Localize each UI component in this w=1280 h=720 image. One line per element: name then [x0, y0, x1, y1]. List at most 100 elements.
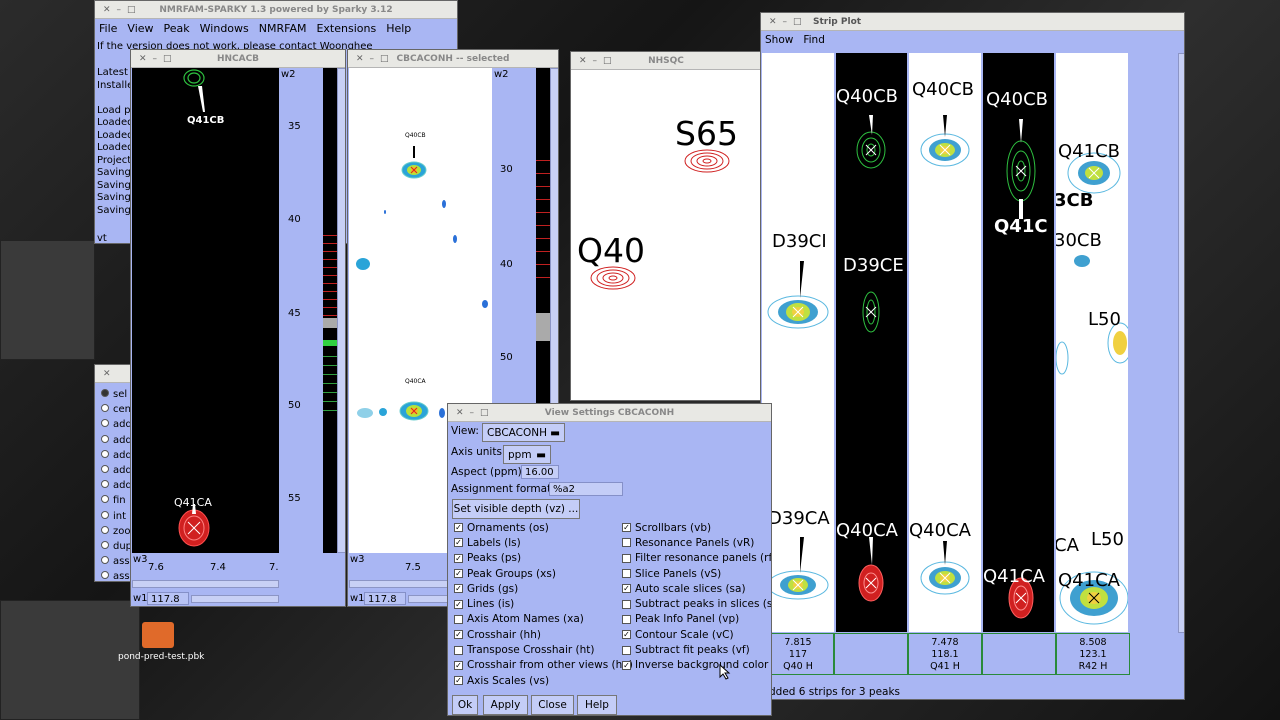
- radio-icon[interactable]: [101, 495, 109, 504]
- checkbox-icon[interactable]: ✓: [454, 676, 463, 686]
- axis-units-select[interactable]: ppm ▬: [503, 445, 551, 464]
- w1-plane-slider[interactable]: [191, 595, 279, 603]
- option-checkbox-row[interactable]: ✓ Crosshair (hh): [454, 627, 633, 642]
- option-checkbox-row[interactable]: ✓ Scrollbars (vb): [622, 520, 771, 535]
- option-checkbox-row[interactable]: ✓ Lines (is): [454, 596, 633, 611]
- maximize-icon[interactable]: □: [480, 408, 489, 418]
- radio-icon[interactable]: [101, 525, 109, 534]
- radio-icon[interactable]: [101, 404, 109, 413]
- menu-help[interactable]: Help: [386, 22, 411, 35]
- checkbox-icon[interactable]: ✓: [454, 584, 463, 594]
- radio-icon[interactable]: [101, 449, 109, 458]
- checkbox-icon[interactable]: [622, 599, 631, 609]
- menu-nmrfam[interactable]: NMRFAM: [259, 22, 307, 35]
- side-panel-titlebar[interactable]: ✕: [95, 365, 133, 383]
- radio-icon[interactable]: [101, 556, 109, 565]
- option-checkbox-row[interactable]: ✓ Peaks (ps): [454, 551, 633, 566]
- folder-icon[interactable]: [142, 622, 174, 648]
- command-prompt[interactable]: vt: [97, 233, 107, 243]
- checkbox-icon[interactable]: ✓: [622, 584, 631, 594]
- option-checkbox-row[interactable]: ✓ Grids (gs): [454, 581, 633, 596]
- minimize-icon[interactable]: –: [153, 54, 158, 64]
- ok-button[interactable]: Ok: [452, 695, 478, 715]
- close-icon[interactable]: ✕: [356, 54, 364, 64]
- checkbox-icon[interactable]: ✓: [454, 660, 463, 670]
- pointer-mode-option[interactable]: add: [101, 417, 132, 432]
- checkbox-icon[interactable]: [454, 645, 463, 655]
- pointer-mode-option[interactable]: ass: [101, 569, 132, 581]
- checkbox-icon[interactable]: ✓: [622, 660, 631, 670]
- aspect-input[interactable]: 16.00: [521, 465, 559, 479]
- minimize-icon[interactable]: –: [593, 56, 598, 66]
- checkbox-icon[interactable]: [454, 614, 463, 624]
- strip-4[interactable]: Q40CB Q41C Q41CA: [983, 53, 1054, 632]
- maximize-icon[interactable]: □: [380, 54, 389, 64]
- option-checkbox-row[interactable]: ✓ Axis Scales (vs): [454, 673, 633, 688]
- folder-label[interactable]: pond-pred-test.pbk: [118, 652, 204, 662]
- radio-icon[interactable]: [101, 480, 109, 489]
- strip-5[interactable]: Q41CB 3CB 30CB L50 CA L50 Q41CA: [1056, 53, 1128, 632]
- radio-icon[interactable]: [101, 571, 109, 580]
- nhsqc-spectrum[interactable]: S65 Q40: [571, 70, 761, 400]
- hncacb-horizontal-scrollbar[interactable]: [132, 580, 279, 588]
- checkbox-icon[interactable]: ✓: [454, 523, 463, 533]
- radio-icon[interactable]: [101, 419, 109, 428]
- w1-value-field[interactable]: 117.8: [364, 592, 406, 605]
- strip-2[interactable]: Q40CB D39CE Q40CA: [836, 53, 907, 632]
- option-checkbox-row[interactable]: ✓ Peak Groups (xs): [454, 566, 633, 581]
- close-icon[interactable]: ✕: [103, 5, 111, 15]
- option-checkbox-row[interactable]: ✓ Auto scale slices (sa): [622, 581, 771, 596]
- checkbox-icon[interactable]: ✓: [454, 569, 463, 579]
- pointer-mode-option[interactable]: add: [101, 448, 132, 463]
- menu-peak[interactable]: Peak: [164, 22, 190, 35]
- option-checkbox-row[interactable]: ✓ Crosshair from other views (ho): [454, 658, 633, 673]
- pointer-mode-option[interactable]: ass: [101, 554, 132, 569]
- minimize-icon[interactable]: –: [470, 408, 475, 418]
- help-button[interactable]: Help: [577, 695, 617, 715]
- option-checkbox-row[interactable]: Transpose Crosshair (ht): [454, 642, 633, 657]
- close-button[interactable]: Close: [531, 695, 574, 715]
- radio-icon[interactable]: [101, 465, 109, 474]
- checkbox-icon[interactable]: ✓: [622, 630, 631, 640]
- checkbox-icon[interactable]: ✓: [622, 523, 631, 533]
- view-settings-titlebar[interactable]: ✕ – □ View Settings CBCACONH: [448, 404, 771, 422]
- menu-windows[interactable]: Windows: [200, 22, 249, 35]
- pointer-mode-option[interactable]: zoo: [101, 524, 132, 539]
- strip-plot-titlebar[interactable]: ✕ – □ Strip Plot: [761, 13, 1184, 31]
- option-checkbox-row[interactable]: Axis Atom Names (xa): [454, 612, 633, 627]
- view-select[interactable]: CBCACONH ▬: [482, 423, 565, 442]
- close-icon[interactable]: ✕: [579, 56, 587, 66]
- pointer-mode-option[interactable]: fin: [101, 493, 132, 508]
- checkbox-icon[interactable]: [622, 614, 631, 624]
- pointer-mode-option[interactable]: add: [101, 463, 132, 478]
- set-visible-depth-button[interactable]: Set visible depth (vz) ...: [452, 499, 580, 519]
- checkbox-icon[interactable]: ✓: [454, 630, 463, 640]
- maximize-icon[interactable]: □: [163, 54, 172, 64]
- checkbox-icon[interactable]: ✓: [454, 553, 463, 563]
- w1-value-field[interactable]: 117.8: [147, 592, 189, 605]
- cbcaconh-titlebar[interactable]: ✕ – □ CBCACONH -- selected: [348, 50, 558, 68]
- pointer-mode-option[interactable]: dup: [101, 539, 132, 554]
- radio-icon[interactable]: [101, 389, 109, 397]
- hncacb-vertical-scrollbar[interactable]: [337, 68, 345, 553]
- checkbox-icon[interactable]: [622, 569, 631, 579]
- pointer-mode-option[interactable]: add: [101, 478, 132, 493]
- apply-button[interactable]: Apply: [483, 695, 528, 715]
- menu-view[interactable]: View: [127, 22, 153, 35]
- close-icon[interactable]: ✕: [456, 408, 464, 418]
- option-checkbox-row[interactable]: Resonance Panels (vR): [622, 535, 771, 550]
- option-checkbox-row[interactable]: ✓ Labels (ls): [454, 535, 633, 550]
- main-window-titlebar[interactable]: ✕ – □ NMRFAM-SPARKY 1.3 powered by Sparky …: [95, 1, 457, 19]
- option-checkbox-row[interactable]: ✓ Inverse background color (ci): [622, 658, 771, 673]
- pointer-mode-option[interactable]: cen: [101, 402, 132, 417]
- pointer-mode-option[interactable]: int: [101, 509, 132, 524]
- option-checkbox-row[interactable]: Slice Panels (vS): [622, 566, 771, 581]
- minimize-icon[interactable]: –: [783, 17, 788, 27]
- radio-icon[interactable]: [101, 510, 109, 519]
- menu-find[interactable]: Find: [803, 34, 825, 46]
- strip-plot-vertical-scrollbar[interactable]: [1178, 53, 1184, 633]
- option-checkbox-row[interactable]: ✓ Contour Scale (vC): [622, 627, 771, 642]
- close-icon[interactable]: ✕: [139, 54, 147, 64]
- menu-file[interactable]: File: [99, 22, 117, 35]
- checkbox-icon[interactable]: ✓: [454, 538, 463, 548]
